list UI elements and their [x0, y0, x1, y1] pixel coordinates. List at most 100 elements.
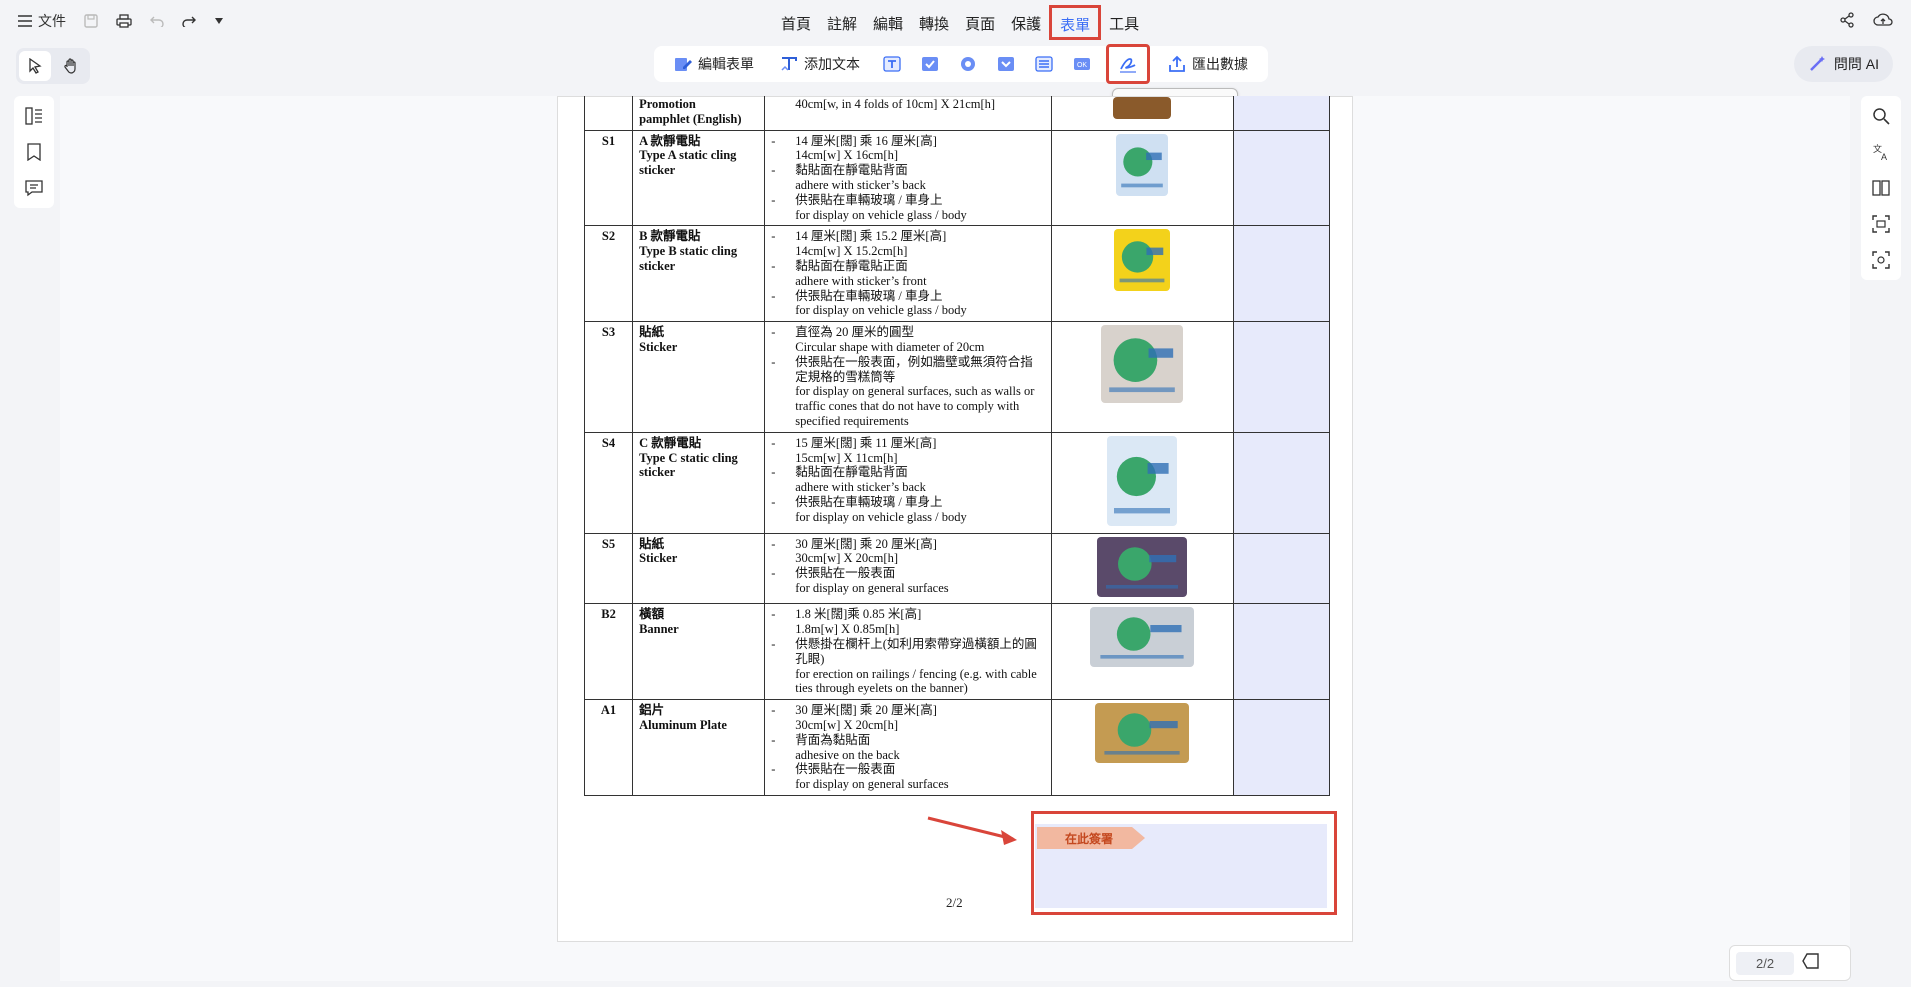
- spec-text: for display on vehicle glass / body: [795, 509, 967, 524]
- spec-line: - 供張貼在車輛玻璃 / 車身上: [771, 495, 1044, 510]
- form-field-cell[interactable]: [1232, 699, 1331, 796]
- digital-signature-field-icon[interactable]: [1106, 44, 1150, 84]
- spec-text: adhere with sticker’s back: [795, 480, 926, 495]
- sign-here-tag[interactable]: 在此簽署: [1037, 827, 1145, 849]
- spec-line: - 1.8 米[闊]乘 0.85 米[高]: [771, 607, 1044, 622]
- list-box-field-icon[interactable]: [1030, 50, 1058, 78]
- form-field-cell[interactable]: [1232, 129, 1331, 227]
- spec-bullet: -: [771, 494, 776, 509]
- spec-line: 30cm[w] X 20cm[h]: [771, 718, 1044, 733]
- hand-tool-icon[interactable]: [55, 51, 87, 81]
- ocr-scan-icon[interactable]: [1869, 212, 1893, 236]
- spec-line: - 15 厘米[闊] 乘 11 厘米[高]: [771, 436, 1044, 451]
- form-field-cell[interactable]: [1232, 431, 1331, 534]
- form-field-cell[interactable]: [1232, 603, 1331, 701]
- item-code: S3: [583, 321, 634, 433]
- sample-image-cell: [1050, 321, 1234, 433]
- add-text-button[interactable]: 添加文本: [772, 50, 868, 78]
- menu-form[interactable]: 表單: [1049, 5, 1102, 40]
- screenshot-icon[interactable]: [1869, 248, 1893, 272]
- spec-cell: - 30 厘米[闊] 乘 20 厘米[高] 30cm[w] X 20cm[h] - 供張…: [764, 532, 1052, 605]
- spec-bullet: -: [771, 435, 776, 450]
- item-name-cell: C 款靜電貼 Type C static cling sticker: [632, 431, 766, 534]
- more-dropdown-icon[interactable]: [214, 17, 224, 25]
- fit-page-icon[interactable]: [1802, 952, 1820, 974]
- sample-image: [1101, 325, 1184, 404]
- form-field-cell[interactable]: [1232, 225, 1331, 323]
- item-name-zh: 貼紙: [639, 325, 665, 340]
- spec-text: 直徑為 20 厘米的圓型: [795, 325, 914, 340]
- sample-image-cell: [1050, 129, 1234, 227]
- comments-icon[interactable]: [22, 176, 46, 200]
- page-navigator: 2/2: [1729, 945, 1851, 981]
- file-menu-button[interactable]: 文件: [18, 11, 66, 31]
- compare-icon[interactable]: [1869, 176, 1893, 200]
- combo-box-field-icon[interactable]: [992, 50, 1020, 78]
- spec-text: 14cm[w] X 16cm[h]: [795, 148, 898, 163]
- menu-annotate[interactable]: 註解: [819, 10, 865, 40]
- checkbox-field-icon[interactable]: [916, 50, 944, 78]
- spec-text: 背面為黏貼面: [795, 732, 871, 747]
- spec-text: 14 厘米[闊] 乘 16 厘米[高]: [795, 133, 937, 148]
- save-icon[interactable]: [84, 14, 98, 28]
- item-name-zh: 鋁片: [639, 703, 665, 718]
- spec-bullet: -: [771, 325, 776, 340]
- ask-ai-label: 問問 AI: [1833, 56, 1879, 72]
- undo-icon[interactable]: [150, 15, 164, 27]
- spec-line: for erection on railings / fencing (e.g.…: [771, 667, 1044, 697]
- share-icon[interactable]: [1839, 12, 1855, 33]
- translate-icon[interactable]: 文A: [1869, 140, 1893, 164]
- menu-page[interactable]: 頁面: [957, 10, 1003, 40]
- spec-bullet: -: [771, 354, 776, 369]
- spec-bullet: -: [771, 258, 776, 273]
- spec-bullet: -: [771, 566, 776, 581]
- button-field-icon[interactable]: OK: [1068, 50, 1096, 78]
- ask-ai-button[interactable]: 問問 AI: [1793, 46, 1893, 82]
- menu-protect[interactable]: 保護: [1003, 10, 1049, 40]
- spec-cell: - 14 厘米[闊] 乘 15.2 厘米[高] 14cm[w] X 15.2cm[h…: [764, 225, 1052, 323]
- edit-form-label: 編輯表單: [698, 56, 754, 72]
- spec-text: 30 厘米[闊] 乘 20 厘米[高]: [795, 536, 937, 551]
- item-name-zh: 貼紙: [639, 536, 665, 551]
- item-code: A1: [583, 699, 634, 796]
- form-toolbar: 編輯表單 添加文本 OK 匯出數據: [654, 44, 1268, 84]
- spec-text: 供張貼在一般表面，例如牆壁或無須符合指定規格的雪糕筒等: [795, 354, 1033, 384]
- radio-button-field-icon[interactable]: [954, 50, 982, 78]
- spec-bullet: [771, 777, 795, 792]
- spec-text: 15cm[w] X 11cm[h]: [795, 450, 898, 465]
- search-icon[interactable]: [1869, 104, 1893, 128]
- export-data-button[interactable]: 匯出數據: [1160, 50, 1256, 78]
- spec-bullet: -: [771, 536, 776, 551]
- spec-text: 供張貼在車輛玻璃 / 車身上: [795, 494, 943, 509]
- text-field-icon[interactable]: [878, 50, 906, 78]
- cloud-upload-icon[interactable]: [1873, 12, 1893, 33]
- form-field-cell[interactable]: [1232, 532, 1331, 605]
- select-cursor-icon[interactable]: [19, 51, 51, 81]
- export-icon: [1169, 55, 1185, 72]
- spec-bullet: -: [771, 163, 776, 178]
- spec-line: 14cm[w] X 16cm[h]: [771, 148, 1044, 163]
- spec-line: - 14 厘米[闊] 乘 16 厘米[高]: [771, 134, 1044, 149]
- menu-convert[interactable]: 轉換: [911, 10, 957, 40]
- spec-line: for display on general surfaces, such as…: [771, 384, 1044, 428]
- sample-image-cell: [1050, 532, 1234, 605]
- bookmark-icon[interactable]: [22, 140, 46, 164]
- spec-text: 供懸掛在欄杆上(如利用索帶穿過橫額上的圓孔眼): [795, 636, 1037, 666]
- print-icon[interactable]: [116, 14, 132, 28]
- spec-line: - 供張貼在一般表面: [771, 762, 1044, 777]
- menu-home[interactable]: 首頁: [773, 10, 819, 40]
- page-indicator[interactable]: 2/2: [1736, 951, 1795, 975]
- spec-bullet: [771, 581, 795, 596]
- form-field-cell[interactable]: [1232, 96, 1331, 131]
- spec-text: 供張貼在一般表面: [795, 566, 896, 581]
- menu-tools[interactable]: 工具: [1101, 10, 1147, 40]
- form-field-cell[interactable]: [1232, 321, 1331, 433]
- menu-edit[interactable]: 編輯: [865, 10, 911, 40]
- edit-form-button[interactable]: 編輯表單: [666, 50, 762, 78]
- thumbnails-icon[interactable]: [22, 104, 46, 128]
- spec-bullet: -: [771, 762, 776, 777]
- table-row: S5 貼紙 Sticker -30 厘米[闊] 乘 20 厘米[高] 30cm[w] X…: [583, 532, 1331, 605]
- svg-text:A: A: [1881, 152, 1887, 161]
- redo-icon[interactable]: [182, 15, 196, 27]
- item-name-cell: 貼紙 Sticker: [632, 321, 766, 433]
